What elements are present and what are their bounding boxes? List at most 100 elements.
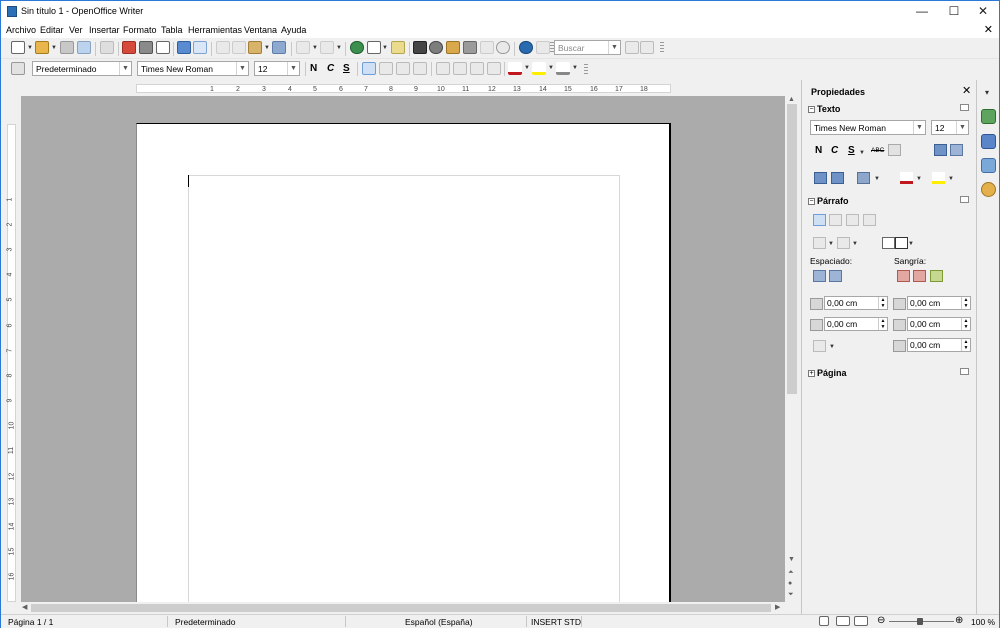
- sidebar-decrease-indent-icon[interactable]: [913, 270, 926, 282]
- open-folder-icon[interactable]: [35, 41, 49, 54]
- edit-file-icon[interactable]: [100, 41, 114, 54]
- document-page[interactable]: [136, 123, 671, 602]
- sidebar-align-right-icon[interactable]: [846, 214, 859, 226]
- whats-this-icon[interactable]: [536, 41, 550, 54]
- first-line-indent-field[interactable]: 0,00 cm ▲ ▼: [907, 338, 971, 352]
- menu-tabla[interactable]: Tabla: [161, 25, 183, 35]
- print-preview-icon[interactable]: [156, 41, 170, 54]
- scroll-left-icon[interactable]: ◀: [22, 603, 27, 611]
- after-text-indent-field[interactable]: 0,00 cm ▲ ▼: [907, 317, 971, 331]
- bold-button[interactable]: N: [310, 63, 317, 74]
- scroll-up-icon[interactable]: ▲: [788, 96, 795, 103]
- paste-icon[interactable]: [248, 41, 262, 54]
- next-page-icon[interactable]: ⏷: [788, 591, 794, 599]
- gallery-icon[interactable]: [446, 41, 460, 54]
- copy-icon[interactable]: [232, 41, 246, 54]
- scroll-down-icon[interactable]: ▼: [788, 556, 795, 563]
- menu-editar[interactable]: Editar: [40, 25, 64, 35]
- superscript-icon[interactable]: [814, 172, 827, 184]
- sidebar-increase-indent-icon[interactable]: [897, 270, 910, 282]
- chevron-down-icon[interactable]: ▼: [27, 45, 33, 51]
- chevron-down-icon[interactable]: ▼: [852, 241, 858, 247]
- close-document-icon[interactable]: ✕: [984, 23, 993, 36]
- properties-tab-icon[interactable]: [981, 109, 996, 124]
- insert-mode[interactable]: INSERT: [531, 617, 562, 627]
- grow-font-icon[interactable]: [934, 144, 947, 156]
- expand-icon[interactable]: +: [808, 370, 815, 377]
- decrease-indent-icon[interactable]: [470, 62, 484, 75]
- chevron-down-icon[interactable]: ▼: [859, 150, 865, 156]
- zoom-slider-handle[interactable]: [917, 618, 923, 625]
- sidebar-bold-button[interactable]: N: [815, 145, 822, 156]
- chevron-down-icon[interactable]: ▼: [287, 62, 299, 75]
- collapse-icon[interactable]: −: [808, 106, 815, 113]
- find-previous-icon[interactable]: [640, 41, 654, 54]
- spin-buttons-icon[interactable]: ▲ ▼: [961, 318, 970, 330]
- more-options-icon[interactable]: [960, 368, 969, 375]
- sidebar-justify-icon[interactable]: [863, 214, 876, 226]
- text-area-boundary[interactable]: [188, 175, 620, 602]
- autospellcheck-icon[interactable]: [193, 41, 207, 54]
- underline-button[interactable]: S: [343, 63, 350, 74]
- zoom-in-icon[interactable]: ⊕: [955, 615, 963, 626]
- chevron-down-icon[interactable]: ▼: [336, 45, 342, 51]
- multi-page-view-icon[interactable]: [836, 616, 850, 626]
- highlighting-icon[interactable]: [532, 62, 546, 75]
- font-size-select[interactable]: 12 ▼: [254, 61, 300, 76]
- paragraph-border-icon[interactable]: [895, 237, 908, 249]
- find-next-icon[interactable]: [625, 41, 639, 54]
- vertical-ruler[interactable]: 1 2 3 4 5 6 7 8 9 10 11 12 13 14 15 16: [1, 96, 21, 602]
- undo-icon[interactable]: [296, 41, 310, 54]
- increase-spacing-icon[interactable]: [813, 270, 826, 282]
- find-replace-icon[interactable]: [413, 41, 427, 54]
- single-page-view-icon[interactable]: [819, 616, 829, 626]
- hanging-indent-icon[interactable]: [930, 270, 943, 282]
- table-icon[interactable]: [367, 41, 381, 54]
- horizontal-ruler[interactable]: 1 2 3 4 5 6 7 8 9 10 11 12 13 14 15 16 1…: [1, 80, 799, 96]
- horizontal-scrollbar[interactable]: ◀ ▶: [21, 602, 785, 614]
- more-options-icon[interactable]: [960, 196, 969, 203]
- scrollbar-thumb[interactable]: [787, 104, 797, 394]
- menu-formato[interactable]: Formato: [123, 25, 157, 35]
- menu-herramientas[interactable]: Herramientas: [188, 25, 242, 35]
- export-pdf-icon[interactable]: [122, 41, 136, 54]
- sidebar-font-name-select[interactable]: Times New Roman ▼: [810, 120, 926, 135]
- zoom-icon[interactable]: [496, 41, 510, 54]
- menu-insertar[interactable]: Insertar: [89, 25, 120, 35]
- sidebar-underline-button[interactable]: S: [848, 145, 855, 156]
- below-spacing-field[interactable]: 0,00 cm ▲ ▼: [824, 317, 888, 331]
- minimize-button[interactable]: —: [905, 1, 939, 21]
- selection-mode[interactable]: STD: [564, 617, 581, 627]
- email-icon[interactable]: [77, 41, 91, 54]
- new-document-icon[interactable]: [11, 41, 25, 54]
- more-options-icon[interactable]: [960, 104, 969, 111]
- align-center-icon[interactable]: [379, 62, 393, 75]
- collapse-icon[interactable]: −: [808, 198, 815, 205]
- navigator-icon[interactable]: [429, 41, 443, 54]
- previous-page-icon[interactable]: ⏶: [788, 569, 794, 577]
- cut-icon[interactable]: [216, 41, 230, 54]
- chevron-down-icon[interactable]: ▼: [119, 62, 131, 75]
- chevron-down-icon[interactable]: ▼: [382, 45, 388, 51]
- menu-archivo[interactable]: Archivo: [6, 25, 36, 35]
- chevron-down-icon[interactable]: ▼: [874, 176, 880, 182]
- scrollbar-thumb[interactable]: [31, 604, 771, 612]
- justify-icon[interactable]: [413, 62, 427, 75]
- styles-tab-icon[interactable]: [981, 134, 996, 149]
- sidebar-font-size-select[interactable]: 12 ▼: [931, 120, 969, 135]
- help-icon[interactable]: [519, 41, 533, 54]
- menu-ayuda[interactable]: Ayuda: [281, 25, 306, 35]
- sidebar-font-color-icon[interactable]: [900, 172, 913, 184]
- subscript-icon[interactable]: [831, 172, 844, 184]
- data-sources-icon[interactable]: [463, 41, 477, 54]
- gallery-tab-icon[interactable]: [981, 158, 996, 173]
- bullets-icon[interactable]: [453, 62, 467, 75]
- sidebar-menu-icon[interactable]: ▾: [985, 88, 989, 97]
- increase-indent-icon[interactable]: [487, 62, 501, 75]
- chevron-down-icon[interactable]: ▼: [948, 176, 954, 182]
- language-status[interactable]: Español (España): [405, 617, 473, 627]
- sidebar-numbering-icon[interactable]: [837, 237, 850, 249]
- chevron-down-icon[interactable]: ▼: [828, 241, 834, 247]
- above-spacing-field[interactable]: 0,00 cm ▲ ▼: [824, 296, 888, 310]
- chevron-down-icon[interactable]: ▼: [608, 41, 620, 54]
